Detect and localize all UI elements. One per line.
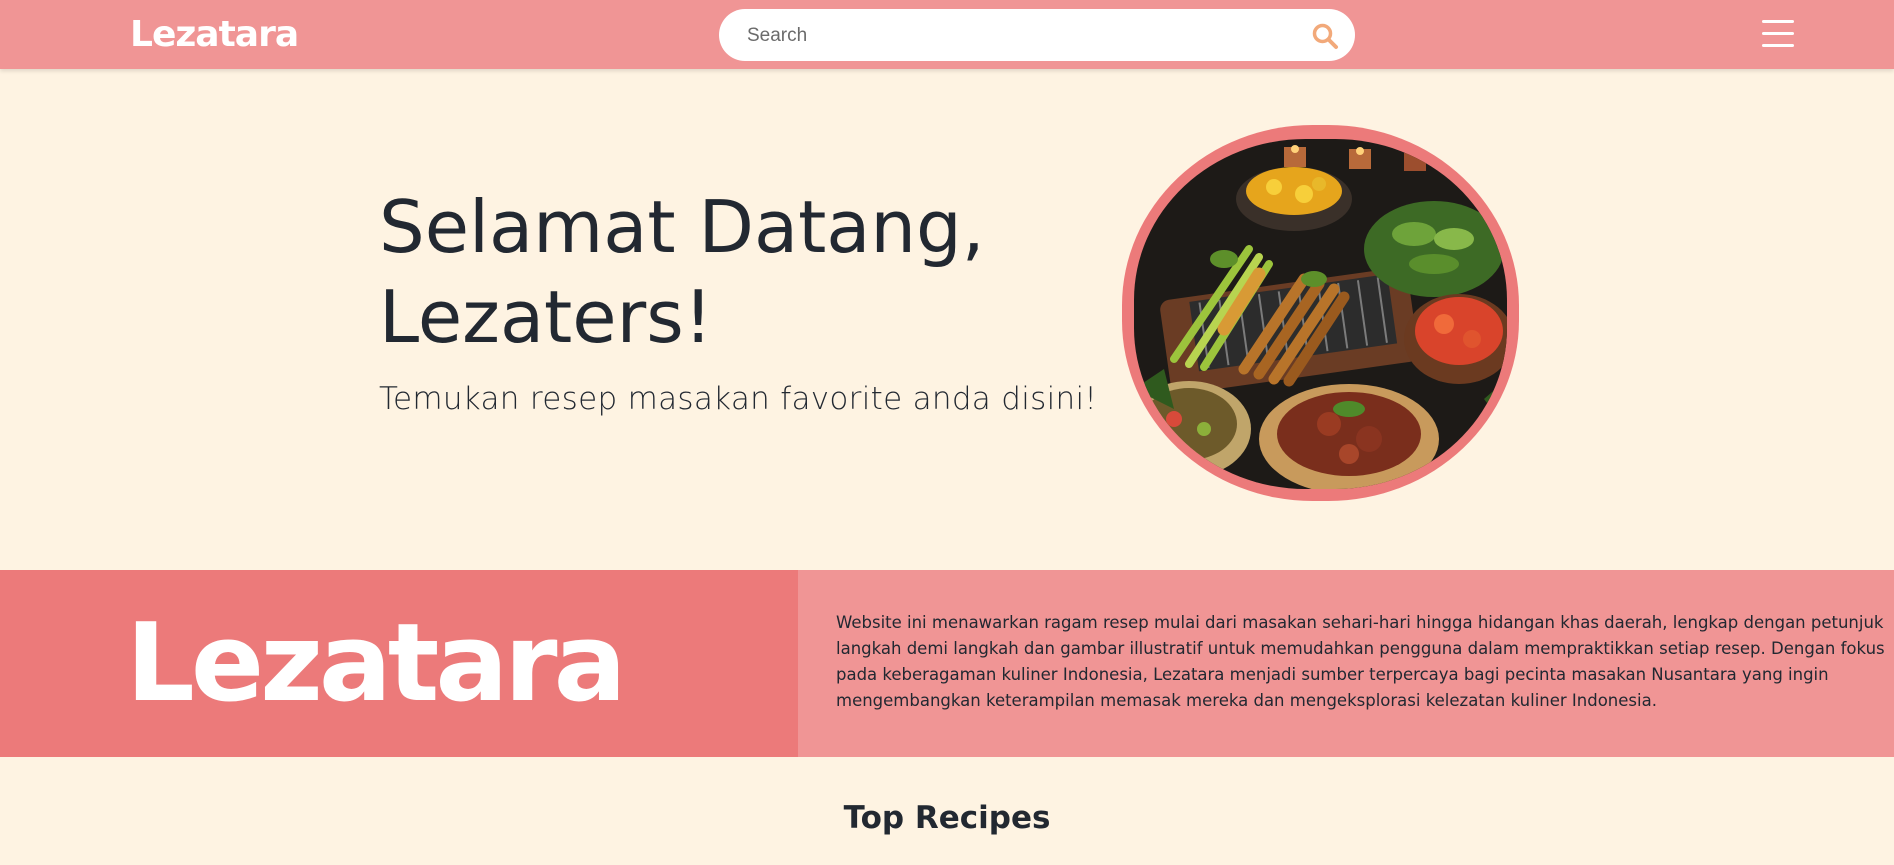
about-description: Website ini menawarkan ragam resep mulai… [836,613,1885,710]
about-logo: Lezatara [126,601,626,726]
search-input[interactable] [745,9,1289,63]
navbar: Lezatara [0,0,1894,69]
search-icon[interactable] [1311,22,1339,50]
hero-image-frame [1122,125,1519,501]
site-logo[interactable]: Lezatara [130,8,299,62]
hero-title: Selamat Datang, Lezaters! [379,182,1079,362]
top-recipes-title: Top Recipes [843,800,1051,836]
about-logo-panel: Lezatara [0,570,798,757]
hero-food-image [1134,139,1507,489]
hamburger-menu-icon[interactable] [1762,20,1794,52]
about-section: Lezatara Website ini menawarkan ragam re… [0,570,1894,757]
hero-title-line1: Selamat Datang, [379,185,985,269]
hero-title-line2: Lezaters! [379,275,713,359]
hero-subtitle: Temukan resep masakan favorite anda disi… [379,381,1098,417]
about-text-panel: Website ini menawarkan ragam resep mulai… [798,570,1894,757]
search-bar [719,9,1355,63]
